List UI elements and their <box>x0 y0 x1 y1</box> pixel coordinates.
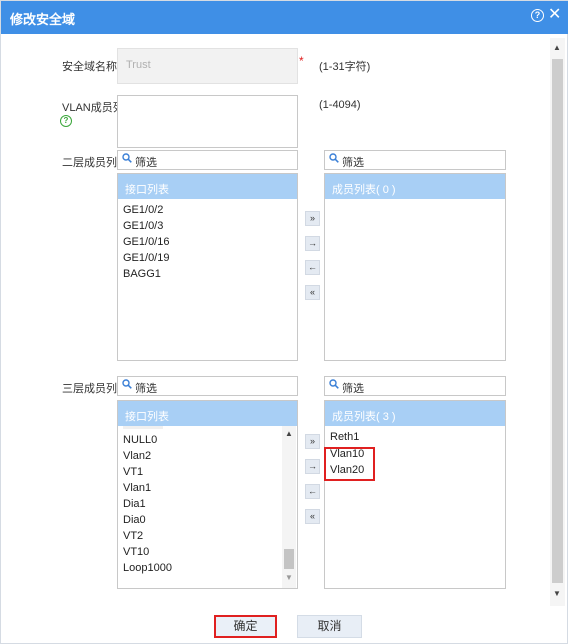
filter-placeholder: 筛选 <box>342 383 364 395</box>
scroll-up-icon[interactable]: ▲ <box>285 429 293 439</box>
cancel-button[interactable]: 取消 <box>297 615 362 638</box>
scroll-up-icon[interactable]: ▲ <box>553 43 561 53</box>
list-item[interactable]: Vlan1 <box>123 482 151 494</box>
list-item[interactable]: GE1/0/16 <box>123 236 169 248</box>
remove-all-button[interactable]: « <box>305 509 320 524</box>
modify-security-zone-dialog: 修改安全域 ? ✕ 安全域名称 Trust * (1-31字符) VLAN成员列… <box>0 0 568 644</box>
clipped-list-item <box>123 426 163 429</box>
zone-name-field: Trust <box>117 48 298 84</box>
highlight-annotation <box>324 447 375 481</box>
list-item[interactable]: GE1/0/2 <box>123 204 163 216</box>
list-item[interactable]: Loop1000 <box>123 562 172 574</box>
dialog-scroll-thumb[interactable] <box>552 59 563 583</box>
remove-selected-button[interactable]: ← <box>305 260 320 275</box>
scroll-down-icon[interactable]: ▼ <box>285 573 293 583</box>
layer3-filter-left[interactable]: 筛选 <box>117 376 298 396</box>
list-item[interactable]: VT1 <box>123 466 143 478</box>
required-mark: * <box>299 54 304 68</box>
vlan-members-textarea[interactable] <box>117 95 298 148</box>
list-item[interactable]: GE1/0/3 <box>123 220 163 232</box>
list-item[interactable]: VT10 <box>123 546 149 558</box>
layer2-interface-list[interactable]: 接口列表 GE1/0/2 GE1/0/3 GE1/0/16 GE1/0/19 B… <box>117 173 298 361</box>
help-icon[interactable]: ? <box>531 9 544 22</box>
layer3-filter-right[interactable]: 筛选 <box>324 376 506 396</box>
vlan-members-hint: (1-4094) <box>319 99 361 111</box>
zone-name-label: 安全域名称 <box>62 61 117 73</box>
ok-button[interactable]: 确定 <box>214 615 277 638</box>
list-header: 成员列表( 0 ) <box>325 174 505 199</box>
list-scroll-thumb[interactable] <box>284 549 294 569</box>
list-item[interactable]: NULL0 <box>123 434 157 446</box>
list-item[interactable]: GE1/0/19 <box>123 252 169 264</box>
add-all-button[interactable]: » <box>305 211 320 226</box>
list-item[interactable]: VT2 <box>123 530 143 542</box>
remove-selected-button[interactable]: ← <box>305 484 320 499</box>
add-selected-button[interactable]: → <box>305 236 320 251</box>
close-icon[interactable]: ✕ <box>548 6 561 24</box>
list-item[interactable]: BAGG1 <box>123 268 161 280</box>
search-icon <box>122 153 132 163</box>
list-item[interactable]: Reth1 <box>330 431 359 443</box>
zone-name-hint: (1-31字符) <box>319 61 371 73</box>
layer3-interface-list[interactable]: 接口列表 NULL0 Vlan2 VT1 Vlan1 Dia1 Dia0 VT2… <box>117 400 298 589</box>
search-icon <box>122 379 132 389</box>
add-selected-button[interactable]: → <box>305 459 320 474</box>
add-all-button[interactable]: » <box>305 434 320 449</box>
filter-placeholder: 筛选 <box>135 383 157 395</box>
layer2-filter-left[interactable]: 筛选 <box>117 150 298 170</box>
dialog-title: 修改安全域 <box>10 12 76 27</box>
layer3-member-list[interactable]: 成员列表( 3 ) Reth1 Vlan10 Vlan20 <box>324 400 506 589</box>
list-header: 接口列表 <box>118 401 297 426</box>
list-header: 成员列表( 3 ) <box>325 401 505 426</box>
list-item[interactable]: Vlan2 <box>123 450 151 462</box>
layer2-filter-right[interactable]: 筛选 <box>324 150 506 170</box>
filter-placeholder: 筛选 <box>342 157 364 169</box>
remove-all-button[interactable]: « <box>305 285 320 300</box>
dialog-titlebar: 修改安全域 ? ✕ <box>1 1 568 34</box>
zone-name-value: Trust <box>126 59 151 71</box>
list-item[interactable]: Dia1 <box>123 498 146 510</box>
layer2-member-list[interactable]: 成员列表( 0 ) <box>324 173 506 361</box>
filter-placeholder: 筛选 <box>135 157 157 169</box>
list-header: 接口列表 <box>118 174 297 199</box>
list-item[interactable]: Dia0 <box>123 514 146 526</box>
search-icon <box>329 153 339 163</box>
search-icon <box>329 379 339 389</box>
vlan-help-icon[interactable]: ? <box>60 115 72 127</box>
scroll-down-icon[interactable]: ▼ <box>553 589 561 599</box>
